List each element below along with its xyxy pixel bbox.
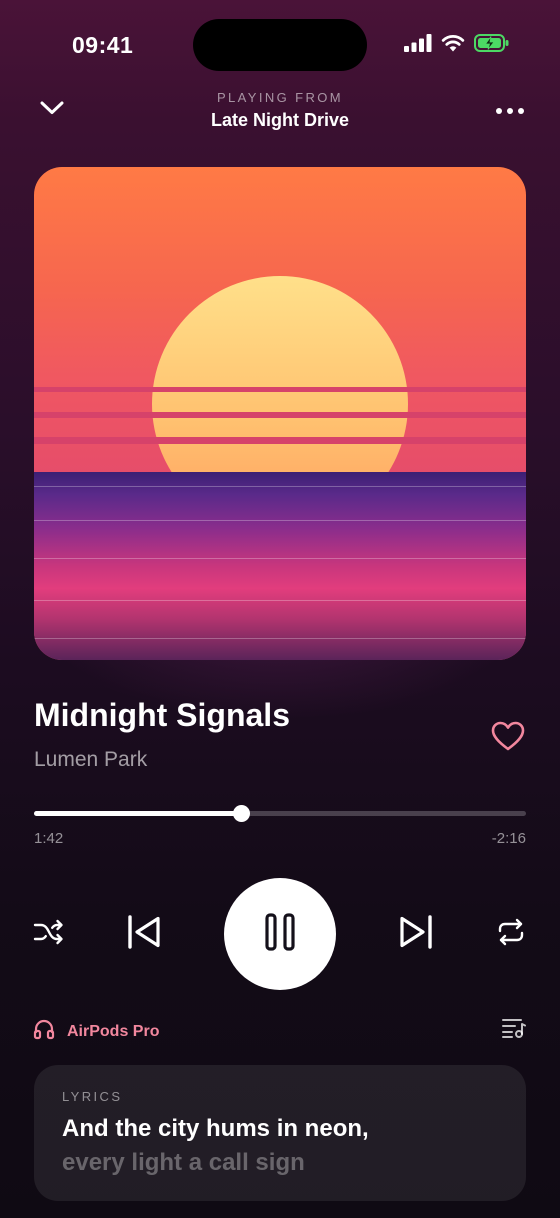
heart-outline-icon: [491, 721, 525, 756]
queue-button[interactable]: [500, 1018, 528, 1042]
progress-fill: [34, 811, 241, 816]
dynamic-island: [193, 19, 367, 71]
wifi-icon: [441, 34, 465, 52]
cellular-signal-icon: [404, 34, 432, 52]
lyrics-card[interactable]: LYRICS And the city hums in neon, every …: [34, 1065, 526, 1201]
pause-button[interactable]: [224, 878, 336, 990]
remaining-time: -2:16: [491, 830, 526, 847]
playlist-name[interactable]: Late Night Drive: [0, 110, 560, 131]
shuffle-button[interactable]: [30, 916, 68, 952]
output-device-name: AirPods Pro: [67, 1022, 160, 1040]
next-button[interactable]: [394, 912, 438, 956]
elapsed-time: 1:42: [34, 830, 64, 847]
pause-icon: [264, 912, 296, 956]
artwork-stripe: [34, 412, 526, 418]
track-title: Midnight Signals: [34, 697, 290, 733]
more-options-button[interactable]: [494, 98, 526, 122]
repeat-button[interactable]: [492, 916, 530, 952]
shuffle-icon: [33, 919, 65, 950]
skip-next-icon: [396, 914, 436, 955]
repeat-icon: [496, 918, 526, 951]
progress-slider[interactable]: [34, 805, 526, 822]
artwork-sky: [34, 167, 526, 472]
previous-button[interactable]: [122, 912, 166, 956]
output-device-button[interactable]: AirPods Pro: [33, 1018, 159, 1045]
track-artist[interactable]: Lumen Park: [34, 748, 147, 772]
now-playing-screen: 09:41 PLAYING FROM Late Night Drive Midn…: [0, 0, 560, 1218]
status-icons: [404, 34, 510, 52]
status-time: 09:41: [72, 32, 134, 58]
artwork-sea-line: [34, 520, 526, 521]
skip-previous-icon: [124, 914, 164, 955]
artwork-sea-line: [34, 558, 526, 559]
artwork-sea-line: [34, 486, 526, 487]
more-horizontal-icon: [496, 101, 524, 119]
like-button[interactable]: [490, 721, 526, 755]
lyrics-label: LYRICS: [62, 1089, 123, 1104]
queue-music-icon: [501, 1017, 527, 1044]
album-artwork: [34, 167, 526, 660]
lyric-current-line: And the city hums in neon,: [62, 1115, 369, 1142]
playing-from-label: PLAYING FROM: [216, 90, 344, 105]
battery-charging-icon: [474, 34, 510, 52]
artwork-sea-line: [34, 638, 526, 639]
artwork-sea: [34, 472, 526, 660]
headphones-icon: [33, 1018, 55, 1045]
artwork-stripe: [34, 387, 526, 392]
progress-knob[interactable]: [232, 805, 250, 822]
artwork-stripe: [34, 437, 526, 444]
artwork-sea-line: [34, 600, 526, 601]
lyric-next-line: every light a call sign: [62, 1149, 305, 1176]
